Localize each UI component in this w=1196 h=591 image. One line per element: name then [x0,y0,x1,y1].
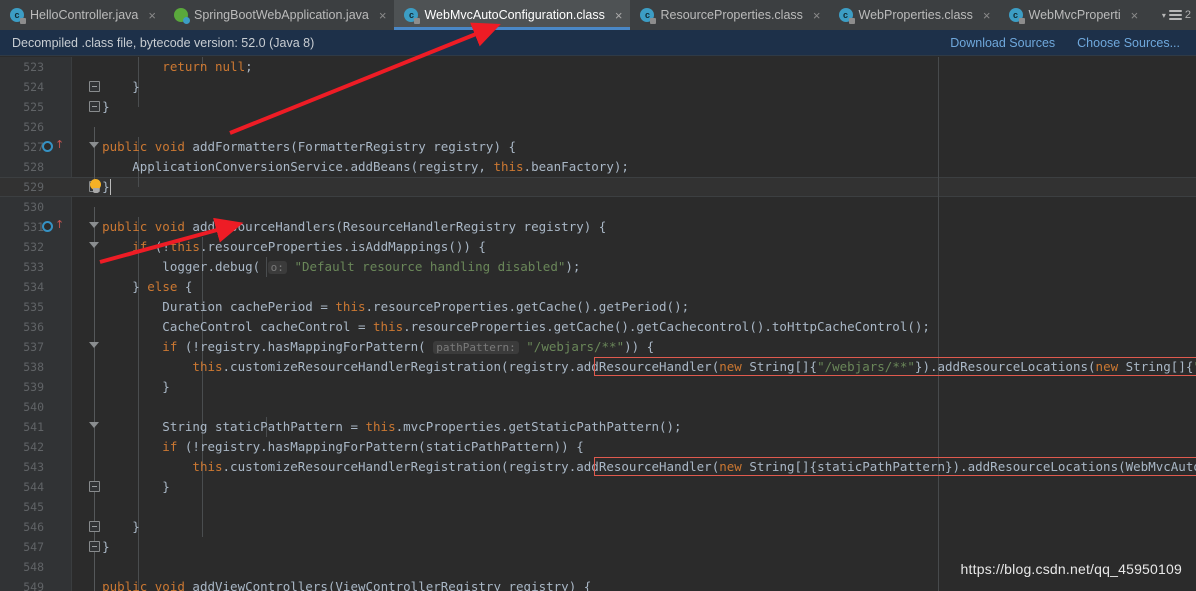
decompiled-class-icon: c [404,8,421,24]
notification-message: Decompiled .class file, bytecode version… [12,35,315,50]
line-number: 526 [23,120,44,134]
code-line-542: if (!registry.hasMappingForPattern(stati… [72,439,584,454]
indent-guide [202,237,203,537]
tab-label: WebProperties.class [858,8,973,22]
line-number: 537 [23,340,44,354]
editor-tab-bar: c HelloController.java × SpringBootWebAp… [0,0,1196,30]
line-number: 529 [23,180,44,194]
line-number: 530 [23,200,44,214]
tab-hello-controller[interactable]: c HelloController.java × [0,0,164,30]
watermark-url: https://blog.csdn.net/qq_45950109 [960,561,1182,577]
tab-label: HelloController.java [30,8,139,22]
download-sources-link[interactable]: Download Sources [950,36,1055,50]
code-line-537: if (!registry.hasMappingForPattern( path… [72,339,655,354]
override-method-marker[interactable]: ↑ [42,217,70,237]
right-margin-guide [938,57,939,591]
tab-resource-properties[interactable]: c ResourceProperties.class × [630,0,828,30]
code-line-541: String staticPathPattern = this.mvcPrope… [72,419,682,434]
code-line-531: public void addResourceHandlers(Resource… [72,219,607,234]
java-class-icon: c [10,8,26,24]
decompiled-class-icon: c [838,8,855,24]
line-number: 542 [23,440,44,454]
search-match-highlight [594,357,1196,376]
line-number: 548 [23,560,44,574]
line-number: 543 [23,460,44,474]
line-number: 540 [23,400,44,414]
override-method-marker[interactable]: ↑ [42,137,70,157]
line-number: 546 [23,520,44,534]
code-line-527: public void addFormatters(FormatterRegis… [72,139,517,154]
code-line-525: } [72,99,110,114]
chevron-down-icon[interactable]: ▾ [1162,11,1166,20]
spring-boot-class-icon [173,8,190,24]
code-line-528: ApplicationConversionService.addBeans(re… [72,159,629,174]
tab-label: WebMvcAutoConfiguration.class [424,8,605,22]
tab-close-icon[interactable]: × [983,9,991,22]
code-line-539: } [72,379,170,394]
line-number: 532 [23,240,44,254]
line-number: 541 [23,420,44,434]
tab-label: SpringBootWebApplication.java [193,8,369,22]
tab-web-mvc-properties[interactable]: c WebMvcProperti × [999,0,1147,30]
decompiled-class-icon: c [1008,8,1025,24]
line-number: 527 [23,140,44,154]
code-line-546: } [72,519,140,534]
line-number: 528 [23,160,44,174]
tab-close-icon[interactable]: × [1131,9,1139,22]
line-number: 531 [23,220,44,234]
line-number: 545 [23,500,44,514]
line-number: 549 [23,580,44,591]
code-line-535: Duration cachePeriod = this.resourceProp… [72,299,690,314]
tab-label: ResourceProperties.class [660,8,803,22]
code-line-533: logger.debug( o: "Default resource handl… [72,259,581,274]
code-line-547: } [72,539,110,554]
inlay-hint-path-pattern: pathPattern: [433,341,519,354]
line-number: 538 [23,360,44,374]
code-text-area[interactable]: return null; } } public void addFormatte… [72,57,1196,591]
line-number: 539 [23,380,44,394]
code-editor[interactable]: 523 524 525 526 527 528 529 530 531 532 … [0,57,1196,591]
tab-list-icon[interactable] [1168,8,1182,22]
choose-sources-link[interactable]: Choose Sources... [1077,36,1180,50]
tab-overflow-control[interactable]: ▾ 2 [1156,0,1196,30]
line-number: 534 [23,280,44,294]
line-number: 535 [23,300,44,314]
tab-spring-boot-web-application[interactable]: SpringBootWebApplication.java × [164,0,394,30]
search-match-highlight [594,457,1196,476]
code-line-544: } [72,479,170,494]
line-number: 533 [23,260,44,274]
line-number: 524 [23,80,44,94]
tab-label: WebMvcProperti [1028,8,1121,22]
inlay-hint-o: o: [267,261,287,274]
tab-close-icon[interactable]: × [379,9,387,22]
line-number: 525 [23,100,44,114]
code-line-536: CacheControl cacheControl = this.resourc… [72,319,930,334]
decompiled-class-icon: c [640,8,657,24]
ide-editor-window: c HelloController.java × SpringBootWebAp… [0,0,1196,591]
decompiled-notification-bar: Decompiled .class file, bytecode version… [0,30,1196,56]
line-number: 536 [23,320,44,334]
tab-web-properties[interactable]: c WebProperties.class × [829,0,999,30]
tab-close-icon[interactable]: × [813,9,821,22]
tab-close-icon[interactable]: × [615,9,623,22]
code-line-523: return null; [72,59,253,74]
line-number: 523 [23,60,44,74]
code-line-549: public void addViewControllers(ViewContr… [72,579,592,591]
code-line-529: } [72,179,110,194]
line-number: 544 [23,480,44,494]
code-line-534: } else { [72,279,193,294]
tab-overflow-count: 2 [1184,9,1191,21]
text-caret [110,179,111,195]
notification-actions: Download Sources Choose Sources... [950,36,1196,50]
code-line-532: if (!this.resourceProperties.isAddMappin… [72,239,486,254]
tab-web-mvc-auto-configuration[interactable]: c WebMvcAutoConfiguration.class × [394,0,631,30]
tab-close-icon[interactable]: × [148,9,156,22]
line-number: 547 [23,540,44,554]
code-line-524: } [72,79,140,94]
